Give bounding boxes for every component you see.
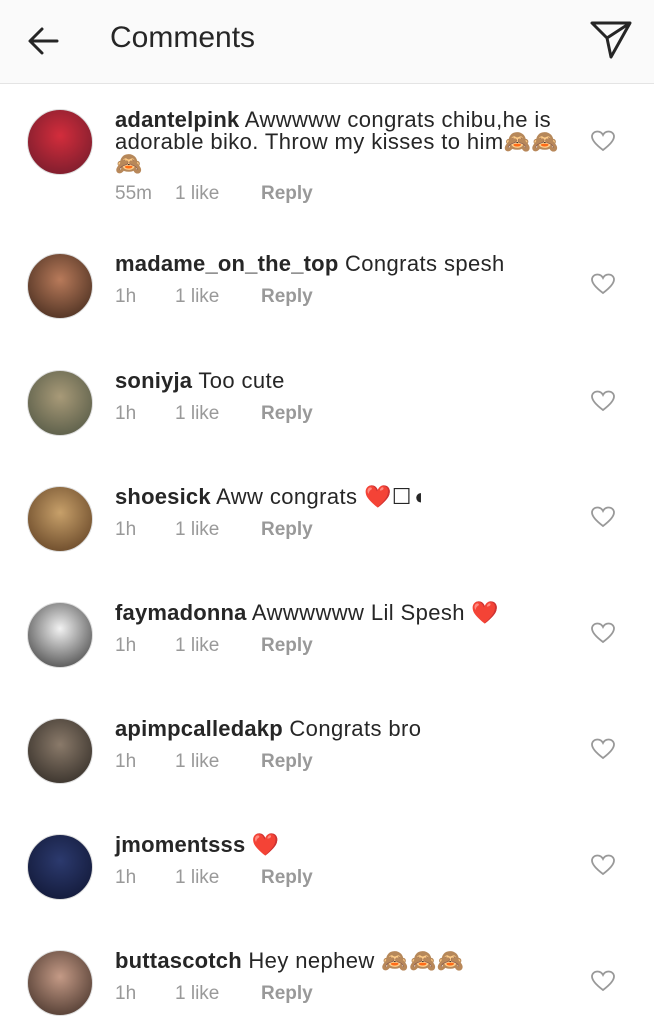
username[interactable]: madame_on_the_top bbox=[115, 251, 338, 276]
avatar[interactable] bbox=[27, 109, 93, 175]
top-bar: Comments bbox=[0, 0, 654, 84]
comment-text: soniyja Too cute bbox=[115, 370, 560, 392]
like-count[interactable]: 1 like bbox=[175, 183, 261, 205]
like-count[interactable]: 1 like bbox=[175, 867, 261, 889]
comment-body: Awwwwww Lil Spesh ❤️ bbox=[251, 600, 500, 625]
avatar[interactable] bbox=[27, 486, 93, 552]
heart-icon bbox=[591, 130, 615, 152]
avatar[interactable] bbox=[27, 950, 93, 1016]
back-button[interactable] bbox=[22, 20, 64, 62]
username[interactable]: buttascotch bbox=[115, 948, 242, 973]
comment-meta: 1h 1 like Reply bbox=[115, 403, 313, 425]
comment-text: faymadonna Awwwwww Lil Spesh ❤️ bbox=[115, 602, 560, 624]
like-count[interactable]: 1 like bbox=[175, 635, 261, 657]
arrow-left-icon bbox=[28, 27, 59, 55]
comment-meta: 1h 1 like Reply bbox=[115, 867, 313, 889]
comment-text: madame_on_the_top Congrats spesh bbox=[115, 253, 560, 275]
comment-meta: 1h 1 like Reply bbox=[115, 286, 313, 308]
reply-button[interactable]: Reply bbox=[261, 635, 313, 657]
comment-body: Too cute bbox=[198, 368, 285, 393]
comment-text: buttascotch Hey nephew 🙈🙈🙈 bbox=[115, 950, 560, 972]
comment-time: 1h bbox=[115, 635, 137, 656]
avatar[interactable] bbox=[27, 602, 93, 668]
heart-icon bbox=[591, 622, 615, 644]
comment-time: 1h bbox=[115, 983, 137, 1004]
heart-icon bbox=[591, 854, 615, 876]
like-button[interactable] bbox=[588, 386, 618, 416]
like-count[interactable]: 1 like bbox=[175, 983, 261, 1005]
comment-text: apimpcalledakp Congrats bro bbox=[115, 718, 560, 740]
reply-button[interactable]: Reply bbox=[261, 867, 313, 889]
reply-button[interactable]: Reply bbox=[261, 751, 313, 773]
share-button[interactable] bbox=[586, 16, 636, 64]
reply-button[interactable]: Reply bbox=[261, 983, 313, 1005]
username[interactable]: apimpcalledakp bbox=[115, 716, 283, 741]
comment-row: shoesick Aww congrats ❤️☐◖ 1h 1 like Rep… bbox=[0, 472, 654, 572]
reply-button[interactable]: Reply bbox=[261, 286, 313, 308]
comment-meta: 55m 1 like Reply bbox=[115, 183, 313, 205]
comment-body: Hey nephew 🙈🙈🙈 bbox=[248, 948, 465, 973]
like-button[interactable] bbox=[588, 966, 618, 996]
avatar[interactable] bbox=[27, 370, 93, 436]
comment-body: Congrats spesh bbox=[344, 251, 505, 276]
like-button[interactable] bbox=[588, 126, 618, 156]
like-count[interactable]: 1 like bbox=[175, 751, 261, 773]
reply-button[interactable]: Reply bbox=[261, 519, 313, 541]
username[interactable]: shoesick bbox=[115, 484, 211, 509]
comment-body: ❤️ bbox=[251, 832, 280, 857]
like-button[interactable] bbox=[588, 734, 618, 764]
comment-meta: 1h 1 like Reply bbox=[115, 983, 313, 1005]
paper-plane-icon bbox=[590, 21, 632, 59]
comment-time: 1h bbox=[115, 519, 137, 540]
comment-time: 1h bbox=[115, 286, 137, 307]
comment-row: faymadonna Awwwwww Lil Spesh ❤️ 1h 1 lik… bbox=[0, 588, 654, 688]
comment-text: jmomentsss ❤️ bbox=[115, 834, 560, 856]
like-count[interactable]: 1 like bbox=[175, 519, 261, 541]
comment-text: shoesick Aww congrats ❤️☐◖ bbox=[115, 486, 560, 508]
comment-row: buttascotch Hey nephew 🙈🙈🙈 1h 1 like Rep… bbox=[0, 936, 654, 1036]
comment-meta: 1h 1 like Reply bbox=[115, 751, 313, 773]
comment-text: adantelpink Awwwww congrats chibu,he is … bbox=[115, 109, 560, 175]
comment-time: 1h bbox=[115, 867, 137, 888]
heart-icon bbox=[591, 273, 615, 295]
comment-meta: 1h 1 like Reply bbox=[115, 519, 313, 541]
page-title: Comments bbox=[110, 21, 256, 54]
heart-icon bbox=[591, 970, 615, 992]
like-button[interactable] bbox=[588, 618, 618, 648]
heart-icon bbox=[591, 506, 615, 528]
avatar[interactable] bbox=[27, 834, 93, 900]
like-button[interactable] bbox=[588, 269, 618, 299]
like-count[interactable]: 1 like bbox=[175, 286, 261, 308]
heart-icon bbox=[591, 390, 615, 412]
comment-time: 1h bbox=[115, 751, 137, 772]
comment-row: adantelpink Awwwww congrats chibu,he is … bbox=[0, 84, 654, 229]
heart-icon bbox=[591, 738, 615, 760]
comment-row: madame_on_the_top Congrats spesh 1h 1 li… bbox=[0, 239, 654, 339]
reply-button[interactable]: Reply bbox=[261, 183, 313, 205]
comment-row: jmomentsss ❤️ 1h 1 like Reply bbox=[0, 820, 654, 920]
username[interactable]: soniyja bbox=[115, 368, 192, 393]
reply-button[interactable]: Reply bbox=[261, 403, 313, 425]
comment-body: Aww congrats ❤️☐◖ bbox=[216, 484, 426, 509]
avatar[interactable] bbox=[27, 718, 93, 784]
comment-row: soniyja Too cute 1h 1 like Reply bbox=[0, 356, 654, 456]
comment-time: 55m bbox=[115, 183, 152, 204]
username[interactable]: jmomentsss bbox=[115, 832, 245, 857]
like-count[interactable]: 1 like bbox=[175, 403, 261, 425]
comment-meta: 1h 1 like Reply bbox=[115, 635, 313, 657]
comment-time: 1h bbox=[115, 403, 137, 424]
avatar[interactable] bbox=[27, 253, 93, 319]
comment-body: Congrats bro bbox=[289, 716, 422, 741]
username[interactable]: faymadonna bbox=[115, 600, 247, 625]
comment-row: apimpcalledakp Congrats bro 1h 1 like Re… bbox=[0, 704, 654, 804]
like-button[interactable] bbox=[588, 502, 618, 532]
like-button[interactable] bbox=[588, 850, 618, 880]
